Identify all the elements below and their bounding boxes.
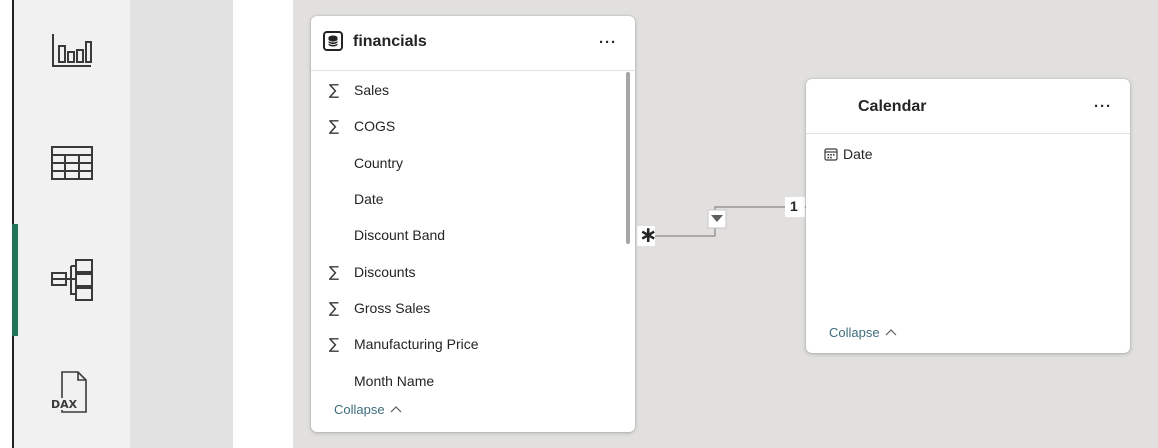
field-label: Date (354, 191, 384, 208)
model-view-button[interactable] (12, 224, 130, 336)
financials-scrollbar[interactable] (626, 72, 630, 244)
field-row[interactable]: Discount Band (311, 217, 635, 253)
field-row[interactable]: Date (311, 181, 635, 217)
field-row[interactable]: ∑ Manufacturing Price (311, 326, 635, 362)
calendar-table-title: Calendar (858, 98, 927, 115)
calendar-more-options-button[interactable]: ··· (1094, 98, 1112, 115)
report-view-button[interactable] (14, 5, 130, 95)
field-row[interactable]: ∑ Sales (311, 72, 635, 108)
field-label: COGS (354, 118, 396, 135)
financials-more-options-button[interactable]: ··· (599, 34, 617, 51)
collapse-label: Collapse (334, 402, 385, 417)
calendar-table-card[interactable]: Calendar ··· Date Collapse (806, 79, 1130, 353)
field-label: Sales (354, 82, 390, 99)
field-row[interactable]: ∑ Gross Sales (311, 290, 635, 326)
rail-spacer (130, 0, 233, 448)
financials-field-list: ∑ Sales ∑ COGS Country Date Discount Band ∑ Disc… (311, 72, 635, 399)
field-label: Discount Band (354, 227, 446, 244)
report-view-icon (52, 34, 92, 67)
financials-table-header[interactable]: financials ··· (311, 16, 635, 71)
field-label: Country (354, 154, 404, 171)
field-label: Gross Sales (354, 299, 431, 316)
svg-text:DAX: DAX (51, 398, 78, 411)
chevron-up-icon (885, 329, 897, 336)
field-label: Discounts (354, 263, 416, 280)
field-row-date[interactable]: Date (806, 139, 1130, 169)
view-rail: DAX (12, 0, 130, 448)
calendar-icon (824, 148, 838, 161)
calendar-table-header[interactable]: Calendar ··· (806, 79, 1130, 134)
model-view-icon (51, 259, 93, 301)
financials-collapse-button[interactable]: Collapse (334, 402, 403, 417)
field-label: Date (843, 146, 873, 162)
table-view-button[interactable] (14, 118, 130, 208)
chevron-up-icon (390, 406, 402, 413)
collapse-label: Collapse (829, 325, 880, 340)
dax-query-view-button[interactable]: DAX (14, 347, 130, 437)
table-view-icon (51, 146, 93, 180)
table-icon (323, 31, 343, 51)
field-row[interactable]: ∑ COGS (311, 108, 635, 144)
field-label: Manufacturing Price (354, 336, 479, 353)
one-cardinality-marker: 1 (790, 198, 798, 214)
dax-query-view-icon: DAX (50, 371, 87, 413)
sigma-icon: ∑ (329, 81, 340, 100)
many-cardinality-marker: ∗ (639, 223, 658, 248)
financials-table-title: financials (353, 33, 427, 50)
sigma-icon: ∑ (329, 335, 340, 354)
sigma-icon: ∑ (329, 117, 340, 136)
field-row[interactable]: ∑ Discounts (311, 253, 635, 289)
field-label: Month Name (354, 372, 435, 389)
sigma-icon: ∑ (329, 262, 340, 281)
financials-table-card[interactable]: financials ··· ∑ Sales ∑ COGS Country Date Dis… (311, 16, 635, 432)
calendar-collapse-button[interactable]: Collapse (829, 325, 898, 340)
field-row[interactable]: Country (311, 145, 635, 181)
field-row[interactable]: Month Name (311, 362, 635, 398)
sigma-icon: ∑ (329, 298, 340, 317)
